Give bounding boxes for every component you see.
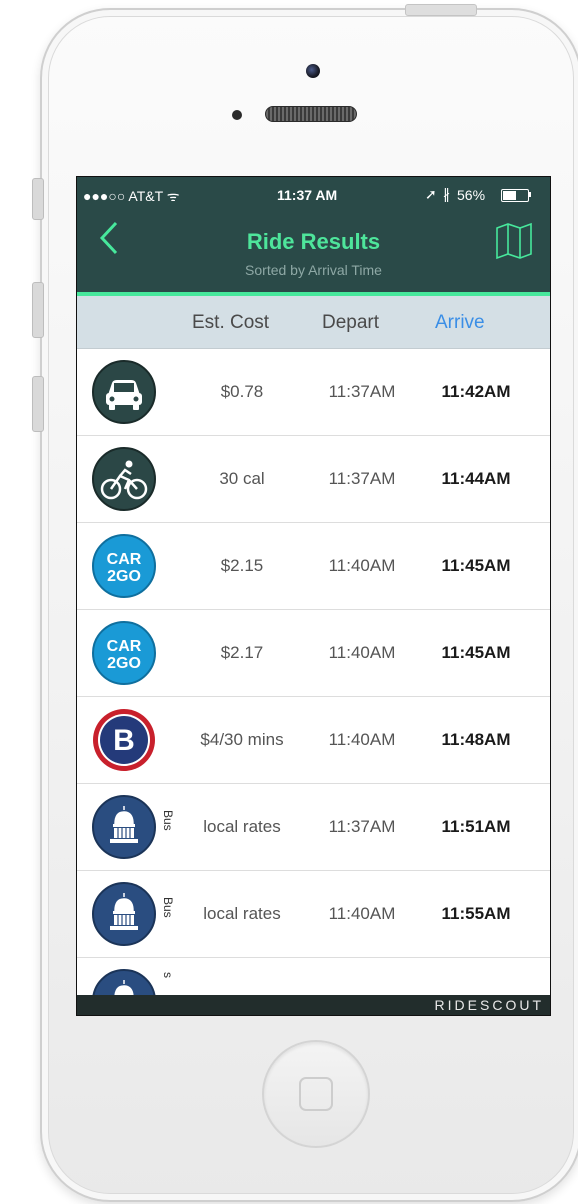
arrive-time: 11:48AM: [441, 730, 511, 749]
est-cost: 30 cal: [219, 469, 265, 488]
car2go-text-top: CAR: [107, 551, 142, 568]
home-button[interactable]: [262, 1040, 370, 1148]
col-arrive[interactable]: Arrive: [435, 312, 485, 334]
arrive-time: 11:55AM: [441, 904, 511, 923]
power-button: [405, 4, 477, 16]
status-time: 11:37 AM: [277, 187, 338, 203]
depart-time: 11:37AM: [328, 382, 396, 401]
status-bar: ●●●○○ AT&T ᯤ 11:37 AM ➚ ∦ 56%: [77, 177, 550, 207]
app-screen: ●●●○○ AT&T ᯤ 11:37 AM ➚ ∦ 56% Ride Resul…: [76, 176, 551, 1016]
earpiece-speaker: [265, 106, 357, 122]
battery-percent: 56%: [457, 187, 486, 203]
column-header: Est. Cost Depart Arrive: [77, 296, 550, 349]
capitol-bus-icon: [92, 795, 156, 859]
car2go-icon: CAR 2GO: [92, 534, 156, 598]
battery-icon: [501, 189, 529, 202]
ride-row[interactable]: CAR 2GO $2.17 11:40AM 11:45AM: [77, 610, 550, 697]
brand-logo: RIDESCOUT: [434, 997, 544, 1013]
header-bar: ●●●○○ AT&T ᯤ 11:37 AM ➚ ∦ 56% Ride Resul…: [77, 177, 550, 296]
est-cost: $0.78: [220, 382, 264, 401]
est-cost: local rates: [203, 904, 281, 923]
est-cost: $4/30 mins: [200, 730, 284, 749]
carrier-label: ●●●○○ AT&T ᯤ: [83, 188, 180, 204]
car2go-text-bottom: 2GO: [107, 655, 141, 672]
est-cost: $2.15: [220, 556, 264, 575]
mode-label: Bus: [161, 897, 175, 918]
arrive-time: 11:45AM: [441, 556, 511, 575]
location-arrow-icon: ➚: [425, 186, 437, 202]
depart-time: 11:40AM: [328, 904, 396, 923]
proximity-sensor: [232, 110, 242, 120]
est-cost: local rates: [203, 817, 281, 836]
ride-row[interactable]: $0.78 11:37AM 11:42AM: [77, 349, 550, 436]
home-square-icon: [299, 1077, 333, 1111]
depart-time: 11:37AM: [328, 817, 396, 836]
depart-time: 11:37AM: [328, 469, 396, 488]
b-cycle-letter: B: [113, 724, 135, 757]
bicycle-icon: [92, 447, 156, 511]
capitol-bus-icon: [92, 882, 156, 946]
ride-row[interactable]: B $4/30 mins 11:40AM 11:48AM: [77, 697, 550, 784]
ride-row[interactable]: 30 cal 11:37AM 11:44AM: [77, 436, 550, 523]
front-camera: [306, 64, 320, 78]
depart-time: 11:40AM: [328, 643, 396, 662]
battery-fill: [503, 191, 517, 200]
arrive-time: 11:44AM: [441, 469, 511, 488]
car-icon: [92, 360, 156, 424]
depart-time: 11:40AM: [328, 730, 396, 749]
mode-label: Bus: [161, 810, 175, 831]
page-title: Ride Results: [246, 229, 381, 254]
car2go-icon: CAR 2GO: [92, 621, 156, 685]
bluetooth-icon: ∦: [443, 186, 450, 202]
col-depart[interactable]: Depart: [322, 312, 379, 334]
mute-switch: [32, 178, 44, 220]
ride-row[interactable]: Bus local rates 11:40AM 11:55AM: [77, 871, 550, 958]
b-cycle-icon: B: [93, 709, 155, 771]
volume-down-button: [32, 376, 44, 432]
arrive-time: 11:51AM: [441, 817, 511, 836]
col-est-cost[interactable]: Est. Cost: [192, 312, 269, 334]
battery-nub: [529, 192, 531, 197]
ride-row[interactable]: CAR 2GO $2.15 11:40AM 11:45AM: [77, 523, 550, 610]
arrive-time: 11:45AM: [441, 643, 511, 662]
est-cost: $2.17: [220, 643, 264, 662]
arrive-time: 11:42AM: [441, 382, 511, 401]
volume-up-button: [32, 282, 44, 338]
page-subtitle: Sorted by Arrival Time: [245, 262, 382, 278]
mode-label: s: [161, 972, 175, 978]
map-icon[interactable]: [495, 222, 533, 260]
car2go-text-top: CAR: [107, 638, 142, 655]
car2go-text-bottom: 2GO: [107, 568, 141, 585]
depart-time: 11:40AM: [328, 556, 396, 575]
footer-bar: RIDESCOUT: [77, 995, 550, 1015]
ride-row[interactable]: Bus local rates 11:37AM 11:51AM: [77, 784, 550, 871]
